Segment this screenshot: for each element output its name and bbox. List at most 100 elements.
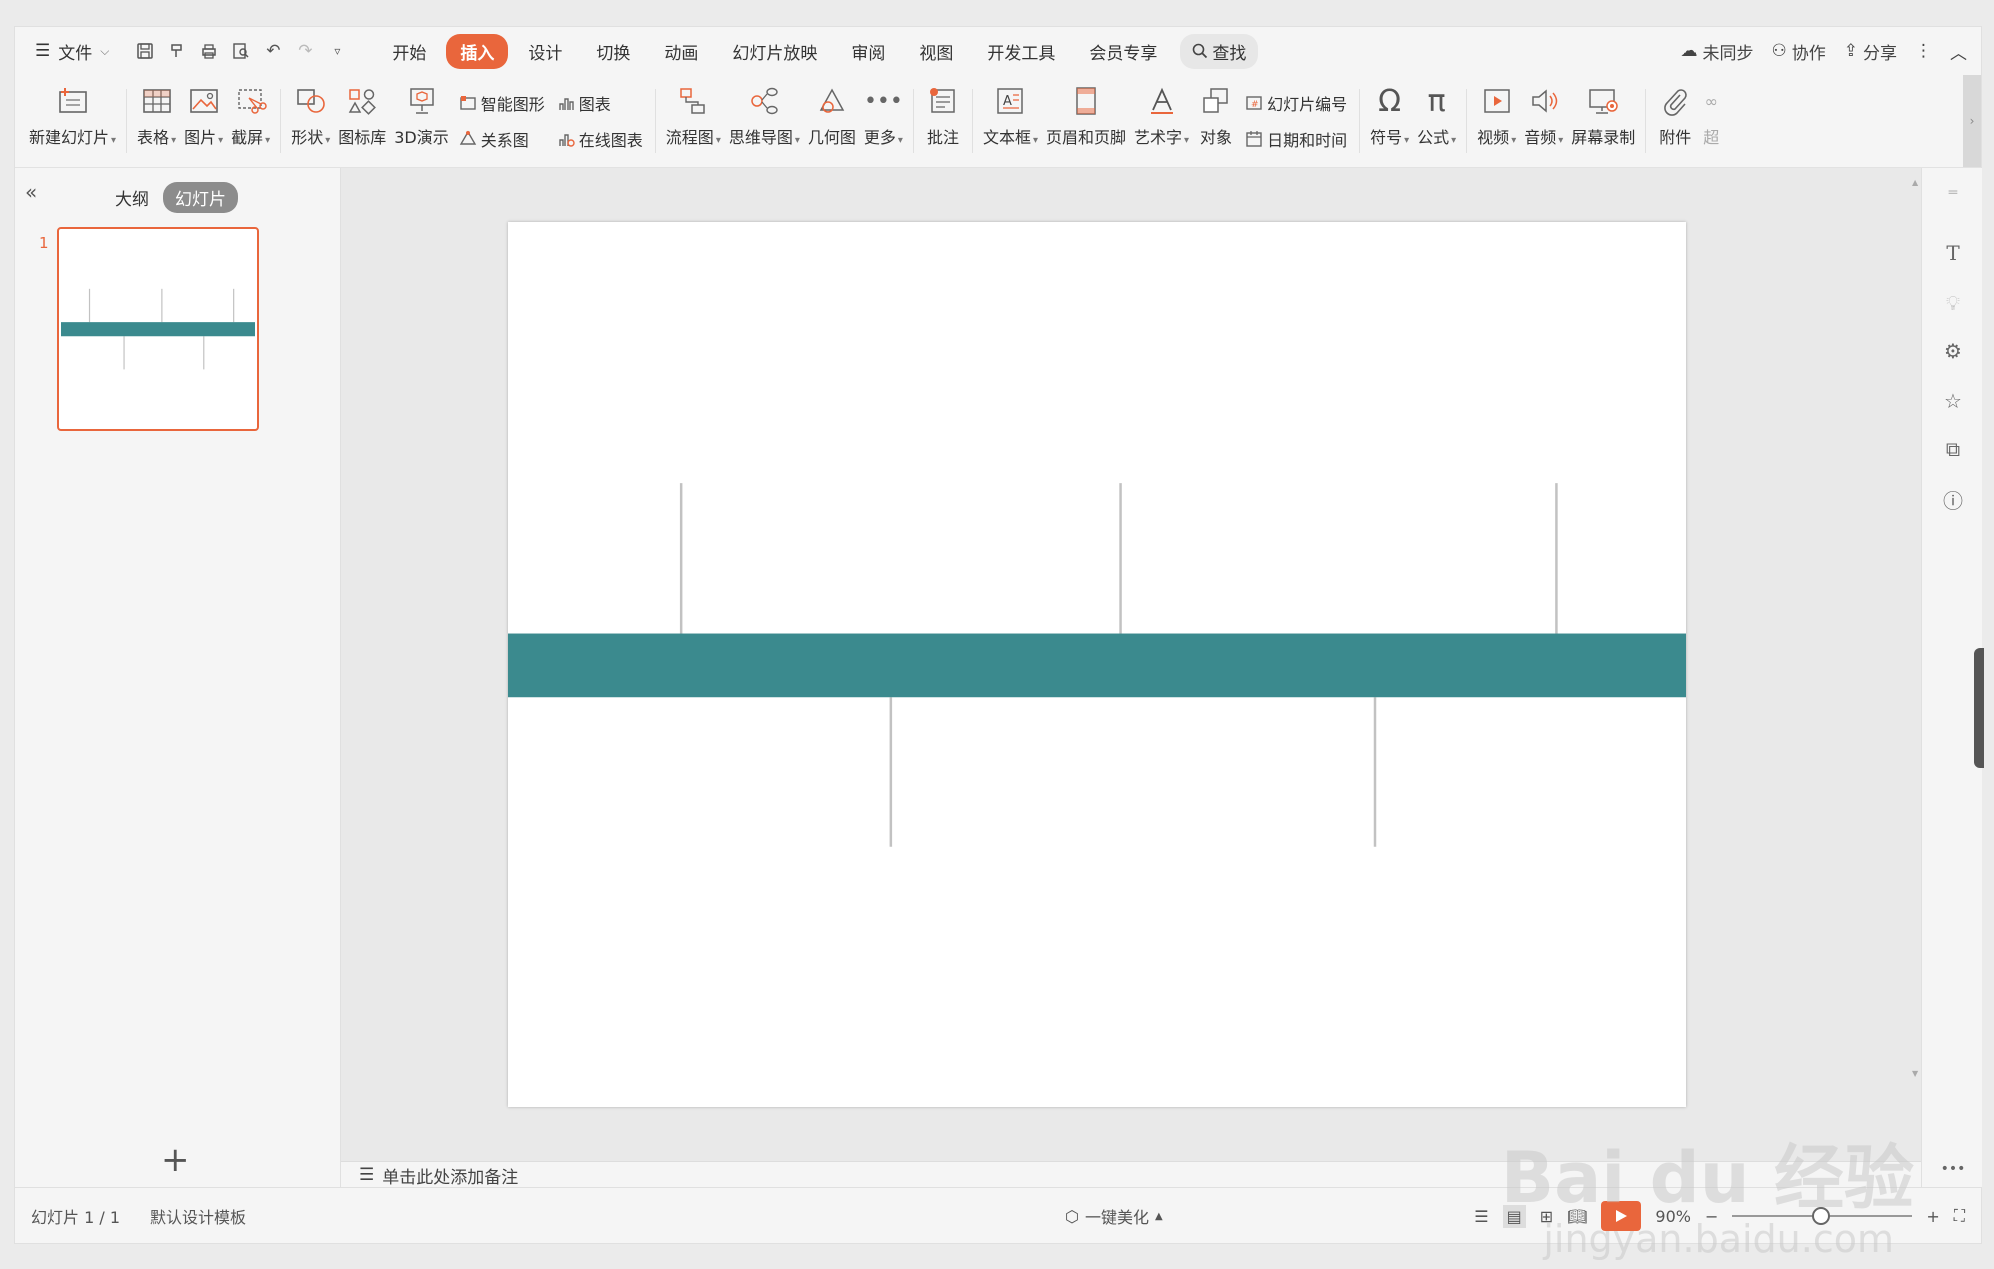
comment-label: 批注 [926,128,959,147]
print-preview-icon[interactable] [230,40,252,62]
format-painter-icon[interactable] [166,40,188,62]
side-handle[interactable] [1974,648,1984,768]
tab-animations[interactable]: 动画 [650,34,712,69]
wordart-label: 艺术字 [1134,124,1189,148]
symbol-button[interactable]: Ω 符号 [1370,82,1409,160]
shape-label: 形状 [291,124,330,148]
fit-window-icon[interactable]: ⛶ [1954,1206,1965,1226]
right-task-pane: ═ T 💡︎ ⚙ ☆ ⧉ ⓘ ••• [1921,168,1984,1187]
shape-button[interactable]: 形状 [291,82,330,160]
slide-thumbnail[interactable] [57,227,259,431]
picture-button[interactable]: 图片 [184,82,223,160]
vertical-scrollbar[interactable]: ▲ ▼ [1911,178,1921,1078]
share-button[interactable]: ⇪ 分享 [1844,39,1897,64]
attachment-button[interactable]: 附件 [1656,82,1694,160]
sync-status[interactable]: ☁ 未同步 [1681,39,1754,64]
tab-insert[interactable]: 插入 [446,33,509,69]
collab-button[interactable]: ⚇ 协作 [1772,39,1826,64]
tab-review[interactable]: 审阅 [837,34,899,69]
header-footer-icon [1067,82,1105,120]
ribbon-separator [912,89,914,153]
scroll-down-icon[interactable]: ▼ [1912,1069,1918,1078]
undo-icon[interactable]: ↶ [262,40,284,62]
screenshot-button[interactable]: 截屏 [231,82,270,160]
smart-graphic-button[interactable]: 智能图形 [459,91,545,115]
tab-design[interactable]: 设计 [514,34,576,69]
tab-outline[interactable]: 大纲 [115,185,149,210]
wordart-button[interactable]: 艺术字 [1134,82,1189,160]
lightbulb-icon[interactable]: 💡︎ [1940,290,1966,316]
timeline-bar[interactable] [508,633,1686,698]
slide-counter: 幻灯片 1 / 1 [31,1208,121,1227]
print-icon[interactable] [198,40,220,62]
relation-button[interactable]: 关系图 [459,127,545,151]
audio-label: 音频 [1524,124,1563,148]
new-slide-label: 新建幻灯片 [29,124,116,148]
tab-slideshow[interactable]: 幻灯片放映 [718,34,831,69]
icon-library-button[interactable]: 图标库 [338,82,386,160]
paperclip-icon [1656,82,1694,120]
template-name[interactable]: 默认设计模板 [150,1204,246,1228]
object-button[interactable]: 对象 [1197,82,1235,160]
file-menu[interactable]: ☰ 文件 ⌵ [35,39,109,64]
tab-slides[interactable]: 幻灯片 [163,182,238,213]
geometry-button[interactable]: 几何图 [808,82,856,160]
help-icon[interactable]: ⓘ [1940,486,1966,513]
slide-switch-icon[interactable]: ⧉ [1940,436,1966,462]
smart-graphic-label: 智能图形 [480,95,545,114]
beautify-button[interactable]: ⬡ 一键美化 ▲ [1065,1204,1163,1228]
screen-record-button[interactable]: 屏幕录制 [1571,82,1635,160]
more-button[interactable]: ••• 更多 [864,82,903,160]
tab-transitions[interactable]: 切换 [582,34,644,69]
hyperlink-button-partial[interactable]: ∞ 超 [1702,82,1720,160]
ribbon-insert: 新建幻灯片 表格 图片 截屏 形状 图标库 3D演示 [15,75,1981,168]
video-button[interactable]: 视频 [1477,82,1516,160]
datetime-button[interactable]: 日期和时间 [1245,127,1347,151]
chevron-up-icon: ▲ [1154,1210,1163,1222]
more-horizontal-icon[interactable]: ••• [1940,1156,1966,1182]
star-icon[interactable]: ☆ [1940,388,1966,414]
formula-button[interactable]: π 公式 [1417,82,1456,160]
new-slide-icon [54,82,92,120]
chart-button[interactable]: 图表 [557,91,643,115]
slide-canvas[interactable] [508,222,1686,1107]
online-chart-button[interactable]: 在线图表 [557,127,643,151]
datetime-label: 日期和时间 [1267,131,1348,150]
file-menu-label: 文件 [58,43,93,64]
scroll-up-icon[interactable]: ▲ [1912,178,1918,187]
flowchart-button[interactable]: 流程图 [666,82,721,160]
customize-quick-access-icon[interactable]: ▿ [326,40,348,62]
tab-member[interactable]: 会员专享 [1075,34,1171,69]
notes-toggle-icon[interactable]: ☰ [1474,1207,1488,1226]
audio-button[interactable]: 音频 [1524,82,1563,160]
add-slide-icon[interactable]: + [161,1140,190,1180]
icon-library-label: 图标库 [338,128,387,147]
mindmap-button[interactable]: 思维导图 [729,82,800,160]
redo-icon[interactable]: ↷ [294,40,316,62]
adjust-icon[interactable]: ⚙ [1940,338,1966,364]
zoom-in-icon[interactable]: + [1926,1207,1939,1226]
comment-button[interactable]: 批注 [924,82,962,160]
search-button[interactable]: 查找 [1180,33,1259,69]
table-button[interactable]: 表格 [137,82,176,160]
header-footer-button[interactable]: 页眉和页脚 [1046,82,1126,160]
text-format-icon[interactable]: T [1940,240,1966,266]
table-icon [138,82,176,120]
chevron-up-icon[interactable]: ︿ [1950,39,1967,64]
more-vertical-icon[interactable]: ⋮ [1915,41,1932,61]
new-slide-button[interactable]: 新建幻灯片 [29,82,116,160]
tab-view[interactable]: 视图 [905,34,967,69]
tab-home[interactable]: 开始 [378,34,440,69]
timeline-bar[interactable] [61,322,255,337]
watermark-url: jingyan.baidu.com [1543,1217,1894,1261]
save-icon[interactable] [134,40,156,62]
textbox-button[interactable]: A 文本框 [983,82,1038,160]
demo3d-button[interactable]: 3D演示 [394,82,449,160]
slide-number-button[interactable]: # 幻灯片编号 [1245,91,1347,115]
slides-panel: « 大纲 幻灯片 1 + [15,168,341,1187]
collapse-panel-icon[interactable]: « [25,180,37,204]
chart-group: 图表 在线图表 [557,82,643,160]
ribbon-scroll-right[interactable]: › [1963,75,1981,167]
tab-developer[interactable]: 开发工具 [973,34,1069,69]
textbox-icon: A [991,82,1029,120]
